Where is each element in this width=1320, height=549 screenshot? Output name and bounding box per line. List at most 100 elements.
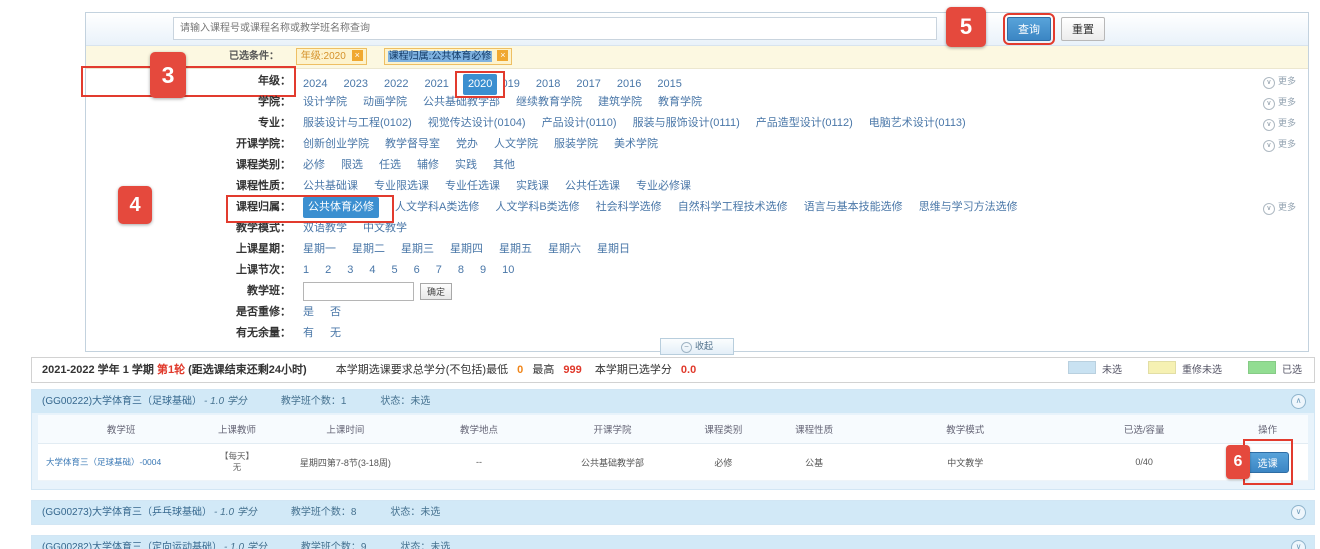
filter-option[interactable]: 实践课 [516,176,549,197]
filter-option[interactable]: 党办 [456,134,478,155]
more-link[interactable]: ∨更多 [1263,71,1296,92]
filter-option[interactable]: 人文学院 [494,134,538,155]
filter-option[interactable]: 6 [414,260,420,281]
search-input[interactable] [173,17,937,40]
filter-option[interactable]: 有 [303,323,314,344]
course-credit: - 1.0 学分 [204,396,247,407]
filter-option[interactable]: 双语教学 [303,218,347,239]
filter-option[interactable]: 服装设计与工程(0102) [303,113,412,134]
class-number-input[interactable] [303,282,414,301]
filter-option[interactable]: 星期一 [303,239,336,260]
filter-option[interactable]: 1 [303,260,309,281]
condition-tag-grade: 年级:2020× [296,48,367,65]
more-link[interactable]: ∨更多 [1263,113,1296,134]
filter-label: 教学模式： [86,218,291,239]
filter-option[interactable]: 美术学院 [614,134,658,155]
filter-option[interactable]: 星期三 [401,239,434,260]
expand-section-icon[interactable]: ∨ [1291,540,1306,549]
filter-option[interactable]: 思维与学习方法选修 [919,197,1018,218]
filter-option[interactable]: 专业限选课 [374,176,429,197]
filter-option[interactable]: 产品设计(0110) [542,113,617,134]
filter-option[interactable]: 必修 [303,155,325,176]
more-link[interactable]: ∨更多 [1263,92,1296,113]
filter-option[interactable]: 辅修 [417,155,439,176]
chevron-down-icon: ∨ [1263,140,1275,152]
filter-label: 上课节次： [86,260,291,281]
filter-option[interactable]: 服装与服饰设计(0111) [633,113,740,134]
filter-option[interactable]: 自然科学工程技术选修 [678,197,788,218]
collapse-panel-tab[interactable]: −收起 [660,338,734,355]
expand-section-icon[interactable]: ∨ [1291,505,1306,520]
filter-option[interactable]: 3 [347,260,353,281]
column-header: 上课教师 [204,415,270,444]
course-credit: - 1.0 学分 [224,542,267,549]
annotation-step-3-badge: 3 [150,52,186,98]
filter-option[interactable]: 教育学院 [658,92,702,113]
filter-option[interactable]: 2 [325,260,331,281]
legend-item: 已选 [1248,365,1302,376]
filter-option[interactable]: 公共任选课 [565,176,620,197]
course-section-header[interactable]: (GG00273)大学体育三（乒乓球基础）- 1.0 学分教学班个数：8状态：未… [32,501,1314,524]
filter-option[interactable]: 视觉传达设计(0104) [428,113,526,134]
filter-option[interactable]: 是 [303,302,314,323]
filter-option[interactable]: 5 [392,260,398,281]
filter-option[interactable]: 公共体育必修 [303,197,379,218]
select-course-button[interactable]: 选课 [1247,452,1289,473]
class-count: 教学班个数：1 [281,396,347,407]
filter-option[interactable]: 设计学院 [303,92,347,113]
filter-option[interactable]: 人文学科A类选修 [395,197,479,218]
filter-option[interactable]: 实践 [455,155,477,176]
filter-option[interactable]: 人文学科B类选修 [495,197,579,218]
filter-option[interactable]: 中文教学 [363,218,407,239]
filter-option[interactable]: 限选 [341,155,363,176]
filter-option[interactable]: 社会科学选修 [596,197,662,218]
annotation-step-5-badge: 5 [946,7,986,47]
filter-option[interactable]: 星期日 [597,239,630,260]
filter-option[interactable]: 星期六 [548,239,581,260]
query-button[interactable]: 查询 [1007,17,1051,41]
course-section-header[interactable]: (GG00282)大学体育三（定向运动基础）- 1.0 学分教学班个数：9状态：… [32,536,1314,549]
course-section-header[interactable]: (GG00222)大学体育三（足球基础）- 1.0 学分教学班个数：1状态：未选… [32,390,1314,413]
filter-row-7: 教学模式： 双语教学中文教学 [86,218,1308,239]
filter-label: 是否重修： [86,302,291,323]
filter-option[interactable]: 建筑学院 [598,92,642,113]
remove-tag-icon[interactable]: × [352,50,363,61]
filter-option[interactable]: 2020 [463,74,497,95]
selected-conditions-bar: 已选条件： 年级:2020× 课程归属:公共体育必修× [86,46,1308,69]
filter-option[interactable]: 产品造型设计(0112) [756,113,853,134]
filter-option[interactable]: 7 [436,260,442,281]
filter-row-11: 是否重修： 是否 [86,302,1308,323]
filter-option[interactable]: 星期五 [499,239,532,260]
collapse-section-icon[interactable]: ∧ [1291,394,1306,409]
filter-option[interactable]: 专业任选课 [445,176,500,197]
filter-option[interactable]: 星期二 [352,239,385,260]
filter-options: 123456789 10 [303,260,530,281]
filter-option[interactable]: 语言与基本技能选修 [804,197,903,218]
filter-option[interactable]: 专业必修课 [636,176,691,197]
filter-option[interactable]: 星期四 [450,239,483,260]
filter-option[interactable]: 服装学院 [554,134,598,155]
filter-option[interactable]: 其他 [493,155,515,176]
filter-row-10: 教学班：确定 [86,281,1308,302]
filter-option[interactable]: 4 [369,260,375,281]
filter-option[interactable]: 8 [458,260,464,281]
filter-option[interactable]: 任选 [379,155,401,176]
filter-option[interactable]: 9 [480,260,486,281]
reset-button[interactable]: 重置 [1061,17,1105,41]
filter-option[interactable]: 动画学院 [363,92,407,113]
filter-option[interactable]: 创新创业学院 [303,134,369,155]
course-section-2: (GG00282)大学体育三（定向运动基础）- 1.0 学分教学班个数：9状态：… [31,535,1315,549]
confirm-button[interactable]: 确定 [420,283,452,300]
filter-option[interactable]: 10 [502,260,514,281]
more-link[interactable]: ∨更多 [1263,197,1296,218]
filter-option[interactable]: 继续教育学院 [516,92,582,113]
more-link[interactable]: ∨更多 [1263,134,1296,155]
remove-tag-icon[interactable]: × [497,50,508,61]
filter-option[interactable]: 电脑艺术设计(0113) [869,113,966,134]
class-name-link[interactable]: 大学体育三（足球基础）-0004 [46,457,161,467]
filter-option[interactable]: 教学督导室 [385,134,440,155]
filter-option[interactable]: 无 [330,323,341,344]
filter-option[interactable]: 公共基础课 [303,176,358,197]
chevron-down-icon: ∨ [1263,203,1275,215]
filter-option[interactable]: 否 [330,302,341,323]
